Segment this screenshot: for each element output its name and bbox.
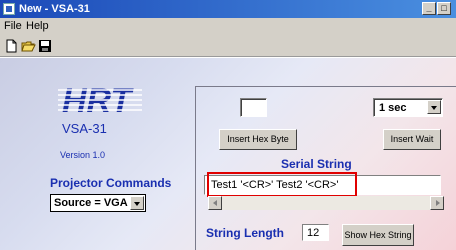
chevron-down-icon[interactable] <box>427 100 441 114</box>
hrt-logo: HRT <box>58 82 142 118</box>
show-hex-string-button[interactable]: Show Hex String <box>342 224 414 246</box>
model-name: VSA-31 <box>62 121 107 136</box>
wait-time-value: 1 sec <box>379 102 407 114</box>
maximize-button[interactable]: □ <box>437 2 451 15</box>
string-length-label: String Length <box>206 226 284 240</box>
save-disk-icon[interactable] <box>38 39 53 53</box>
version-label: Version 1.0 <box>60 150 106 160</box>
chevron-down-icon[interactable] <box>130 196 144 210</box>
serial-string-scrollbar[interactable] <box>208 196 444 210</box>
string-length-value: 12 <box>307 227 320 239</box>
string-length-field: 12 <box>302 224 329 241</box>
toolbar <box>0 35 456 57</box>
app-icon <box>3 3 15 15</box>
highlight-box <box>207 172 357 197</box>
hex-byte-input[interactable] <box>240 98 267 117</box>
window-title: New - VSA-31 <box>19 3 90 15</box>
new-document-icon[interactable] <box>4 39 19 53</box>
insert-wait-button[interactable]: Insert Wait <box>383 129 441 150</box>
wait-time-select[interactable]: 1 sec <box>373 98 443 117</box>
serial-string-label: Serial String <box>281 157 352 171</box>
open-folder-icon[interactable] <box>21 39 36 53</box>
projector-command-select[interactable]: Source = VGA <box>50 194 146 212</box>
title-bar: New - VSA-31 _ □ <box>0 0 456 18</box>
scroll-right-icon[interactable] <box>430 196 444 210</box>
scroll-left-icon[interactable] <box>208 196 222 210</box>
projector-commands-label: Projector Commands <box>50 176 172 190</box>
minimize-button[interactable]: _ <box>422 2 436 15</box>
menu-file[interactable]: File <box>4 20 22 32</box>
main-form: HRT VSA-31 Version 1.0 Projector Command… <box>0 58 456 250</box>
projector-command-value: Source = VGA <box>54 197 128 209</box>
insert-hex-byte-button[interactable]: Insert Hex Byte <box>219 129 297 150</box>
menu-bar: File Help <box>0 18 456 35</box>
menu-help[interactable]: Help <box>26 20 49 32</box>
